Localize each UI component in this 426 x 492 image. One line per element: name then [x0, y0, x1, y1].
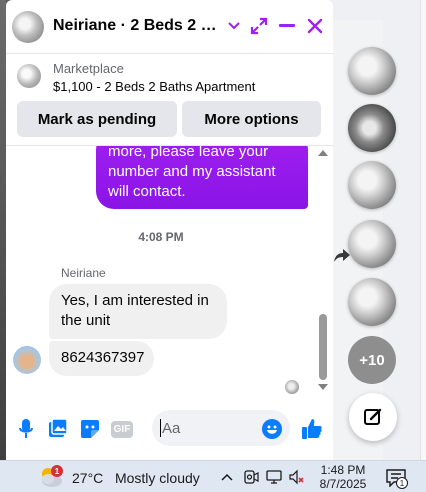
weather-condition: Mostly cloudy	[114, 470, 200, 486]
sticker-icon[interactable]	[78, 417, 102, 441]
thread-scrollbar[interactable]	[317, 146, 331, 398]
taskbar: 1 27°C Mostly cloudy 1:48 PM 8/7/2025 1	[0, 460, 426, 492]
text-caret	[160, 419, 161, 437]
like-thumbs-up-icon[interactable]	[300, 417, 324, 441]
volume-muted-icon[interactable]	[289, 469, 305, 485]
message-timestamp: 4:08 PM	[138, 230, 184, 244]
chat-head-avatar[interactable]	[348, 104, 396, 152]
marketplace-listing-card: Marketplace $1,100 - 2 Beds 2 Baths Apar…	[6, 54, 333, 146]
chat-window: Neiriane · 2 Beds 2 Bat... Marketplace $…	[6, 0, 333, 460]
outgoing-message[interactable]: more, please leave your number and my as…	[96, 146, 308, 209]
incoming-message[interactable]: Yes, I am interested in the unit	[49, 284, 227, 339]
sender-avatar[interactable]	[13, 346, 41, 374]
sender-name: Neiriane	[61, 266, 106, 280]
listing-source-label: Marketplace	[53, 61, 124, 76]
mark-as-pending-button[interactable]: Mark as pending	[17, 101, 177, 137]
listing-title[interactable]: $1,100 - 2 Beds 2 Baths Apartment	[53, 79, 255, 94]
share-icon[interactable]	[333, 246, 351, 264]
close-icon[interactable]	[304, 15, 326, 37]
scroll-up-arrow-icon[interactable]	[318, 150, 328, 156]
temperature: 27°C	[72, 470, 104, 486]
network-icon[interactable]	[266, 469, 282, 485]
minimize-icon[interactable]	[276, 15, 298, 37]
chat-head-avatar[interactable]	[348, 161, 396, 209]
chevron-down-icon[interactable]	[223, 15, 245, 37]
system-clock[interactable]: 1:48 PM 8/7/2025	[314, 463, 372, 491]
emoji-icon[interactable]	[260, 417, 284, 441]
incoming-message[interactable]: 8624367397	[49, 341, 154, 376]
microphone-icon[interactable]	[14, 417, 38, 441]
clock-time: 1:48 PM	[320, 463, 366, 477]
chat-head-avatar[interactable]	[348, 220, 396, 268]
meet-now-icon[interactable]	[243, 469, 259, 485]
chevron-up-icon[interactable]	[219, 469, 235, 485]
page-scrollbar[interactable]	[420, 0, 426, 460]
new-message-button[interactable]	[349, 393, 397, 441]
weather-notification-badge: 1	[51, 465, 63, 477]
clock-date: 8/7/2025	[319, 477, 367, 491]
chat-header: Neiriane · 2 Beds 2 Bat...	[6, 0, 333, 54]
seen-receipt-avatar	[285, 380, 299, 394]
gif-label: GIF	[110, 420, 134, 438]
gif-icon[interactable]: GIF	[109, 417, 135, 441]
notification-count-badge: 1	[396, 477, 408, 489]
message-composer: GIF	[6, 398, 333, 460]
message-thread[interactable]: more, please leave your number and my as…	[6, 146, 333, 398]
expand-icon[interactable]	[248, 15, 270, 37]
more-chats-bubble[interactable]: +10	[348, 336, 396, 384]
chat-head-avatar[interactable]	[348, 278, 396, 326]
chat-title[interactable]: Neiriane · 2 Beds 2 Bat...	[53, 17, 223, 35]
weather-widget[interactable]: 27°C Mostly cloudy	[72, 470, 200, 486]
compose-icon	[364, 408, 382, 425]
photo-icon[interactable]	[46, 417, 70, 441]
more-options-button[interactable]: More options	[182, 101, 321, 137]
more-chats-count: +10	[359, 351, 385, 369]
listing-thumbnail[interactable]	[17, 64, 41, 88]
contact-avatar[interactable]	[12, 11, 44, 43]
scroll-down-arrow-icon[interactable]	[318, 384, 328, 390]
scrollbar-thumb[interactable]	[319, 314, 327, 380]
chat-head-avatar[interactable]	[348, 47, 396, 95]
